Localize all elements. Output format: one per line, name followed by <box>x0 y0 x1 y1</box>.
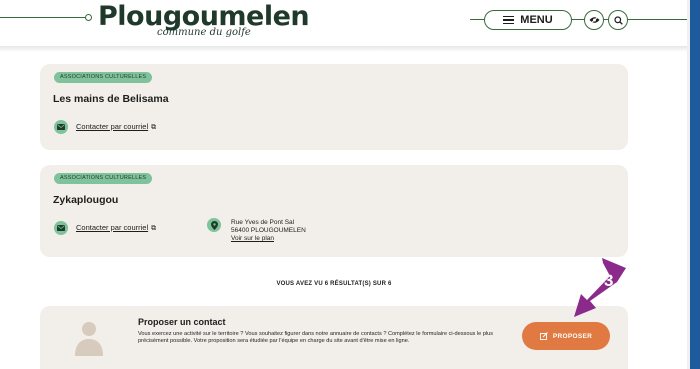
user-avatar-icon <box>75 322 103 356</box>
edit-icon <box>539 332 548 340</box>
map-link[interactable]: Voir sur le plan <box>231 235 306 243</box>
contact-email-link[interactable]: Contacter par courriel ⧉ <box>76 223 156 233</box>
envelope-icon <box>54 120 68 134</box>
contact-email-link[interactable]: Contacter par courriel ⧉ <box>76 122 156 132</box>
menu-label: MENU <box>520 14 553 26</box>
header-decor-line <box>0 17 86 18</box>
search-button[interactable] <box>608 10 628 30</box>
menu-icon <box>503 16 515 24</box>
header-shadow <box>0 46 690 52</box>
contact-email-link-label: Contacter par courriel <box>76 223 149 232</box>
envelope-icon <box>54 221 68 235</box>
propose-title: Proposer un contact <box>138 317 226 327</box>
contact-email-link-label: Contacter par courriel <box>76 122 149 131</box>
site-logo-subtitle: commune du golfe <box>157 27 251 38</box>
address-street: Rue Yves de Pont Sal <box>231 219 295 226</box>
contact-title: Les mains de Belisama <box>53 93 169 105</box>
site-header: Plougoumelen commune du golfe MENU <box>0 0 690 46</box>
callout-number: 3 <box>604 271 614 290</box>
propose-button-label: PROPOSER <box>552 332 593 340</box>
category-badge[interactable]: ASSOCIATIONS CULTURELLES <box>54 72 153 83</box>
contact-title: Zykaplougou <box>53 194 119 206</box>
external-link-icon: ⧉ <box>151 225 157 232</box>
search-icon <box>613 15 623 25</box>
accessibility-button[interactable] <box>584 10 604 30</box>
header-decor-dot <box>85 14 92 21</box>
eye-icon <box>589 16 599 24</box>
contact-card: ASSOCIATIONS CULTURELLES Les mains de Be… <box>40 64 628 150</box>
contact-address: Rue Yves de Pont Sal 56400 PLOUGOUMELEN … <box>231 219 306 243</box>
external-link-icon: ⧉ <box>151 124 157 131</box>
menu-button[interactable]: MENU <box>484 10 572 30</box>
contact-card: ASSOCIATIONS CULTURELLES Zykaplougou Con… <box>40 165 628 257</box>
propose-contact-panel: Proposer un contact Vous exercez une act… <box>40 306 628 369</box>
side-bar <box>690 0 700 369</box>
results-count: VOUS AVEZ VU 6 RÉSULTAT(S) SUR 6 <box>276 281 392 287</box>
propose-description: Vous exercez une activité sur le territo… <box>138 331 494 344</box>
category-badge[interactable]: ASSOCIATIONS CULTURELLES <box>54 173 153 184</box>
propose-button[interactable]: PROPOSER <box>522 322 610 350</box>
address-city: 56400 PLOUGOUMELEN <box>231 227 306 234</box>
location-pin-icon <box>207 218 221 232</box>
